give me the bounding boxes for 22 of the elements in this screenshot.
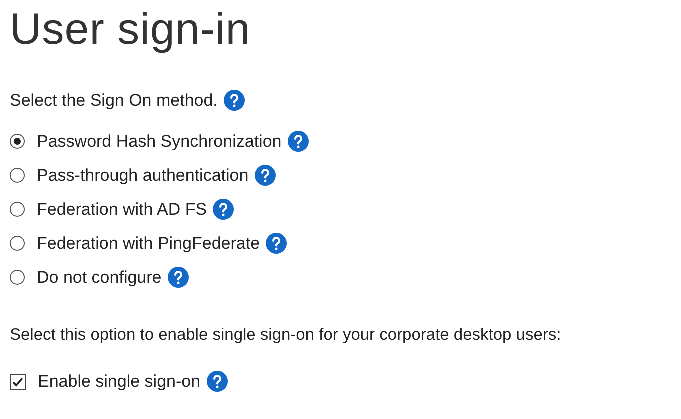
radio-button[interactable] (10, 202, 25, 217)
option-label[interactable]: Federation with PingFederate (37, 234, 260, 254)
option-label[interactable]: Federation with AD FS (37, 200, 208, 220)
radio-button[interactable] (10, 134, 25, 149)
option-label[interactable]: Password Hash Synchronization (37, 132, 282, 152)
help-icon[interactable] (266, 233, 288, 254)
help-icon[interactable] (224, 90, 245, 111)
checkbox-label[interactable]: Enable single sign-on (38, 372, 201, 392)
help-icon[interactable] (168, 267, 189, 288)
radio-button[interactable] (10, 270, 25, 285)
help-icon[interactable] (213, 199, 234, 220)
option-label[interactable]: Do not configure (37, 268, 162, 288)
help-icon[interactable] (254, 165, 276, 186)
radio-button[interactable] (10, 168, 25, 183)
page-title: User sign-in (10, 4, 252, 56)
sso-prompt: Select this option to enable single sign-on for your corporate desktop users: (10, 326, 562, 345)
radio-button[interactable] (10, 236, 25, 251)
help-icon[interactable] (206, 371, 228, 392)
method-prompt: Select the Sign On method. (10, 90, 218, 110)
help-icon[interactable] (288, 131, 309, 152)
option-label[interactable]: Pass-through authentication (37, 166, 249, 186)
checkbox[interactable] (10, 374, 26, 390)
